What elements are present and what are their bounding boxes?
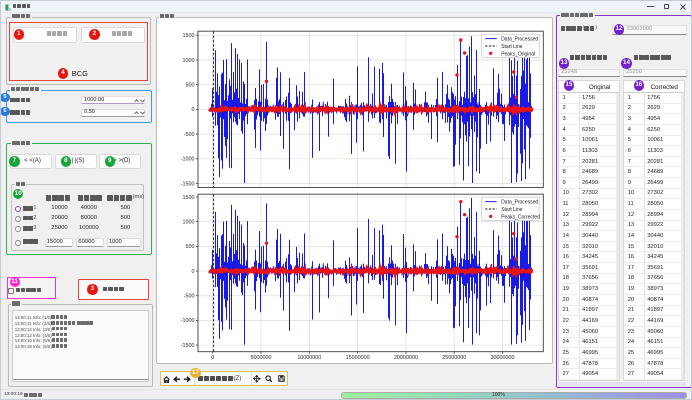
- svg-text:-1500: -1500: [181, 181, 195, 187]
- svg-text:15000000: 15000000: [346, 355, 370, 361]
- svg-text:-1000: -1000: [181, 318, 195, 324]
- svg-text:Start Line: Start Line: [501, 44, 523, 50]
- svg-text:500: 500: [186, 244, 195, 250]
- svg-text:-500: -500: [184, 294, 195, 300]
- svg-text:1500: 1500: [183, 33, 195, 39]
- svg-text:-1500: -1500: [181, 343, 195, 349]
- svg-text:1000: 1000: [183, 58, 195, 64]
- svg-text:0: 0: [192, 107, 195, 113]
- svg-text:5000000: 5000000: [251, 355, 272, 361]
- svg-text:Data_Processed: Data_Processed: [501, 200, 538, 206]
- svg-text:-500: -500: [184, 132, 195, 138]
- svg-text:0: 0: [211, 355, 214, 361]
- svg-text:0: 0: [192, 269, 195, 275]
- svg-text:20000000: 20000000: [394, 355, 418, 361]
- svg-text:Peaks_Corrected: Peaks_Corrected: [501, 214, 540, 220]
- svg-text:1000: 1000: [183, 219, 195, 225]
- svg-text:25000000: 25000000: [442, 355, 466, 361]
- svg-text:-1000: -1000: [181, 157, 195, 163]
- svg-text:Start Line: Start Line: [501, 207, 523, 213]
- svg-text:30000000: 30000000: [491, 355, 515, 361]
- svg-text:Data_Processed: Data_Processed: [501, 37, 538, 43]
- svg-text:Peaks_Original: Peaks_Original: [501, 51, 535, 57]
- svg-text:10000000: 10000000: [297, 355, 321, 361]
- svg-text:500: 500: [186, 83, 195, 89]
- svg-text:1500: 1500: [183, 195, 195, 201]
